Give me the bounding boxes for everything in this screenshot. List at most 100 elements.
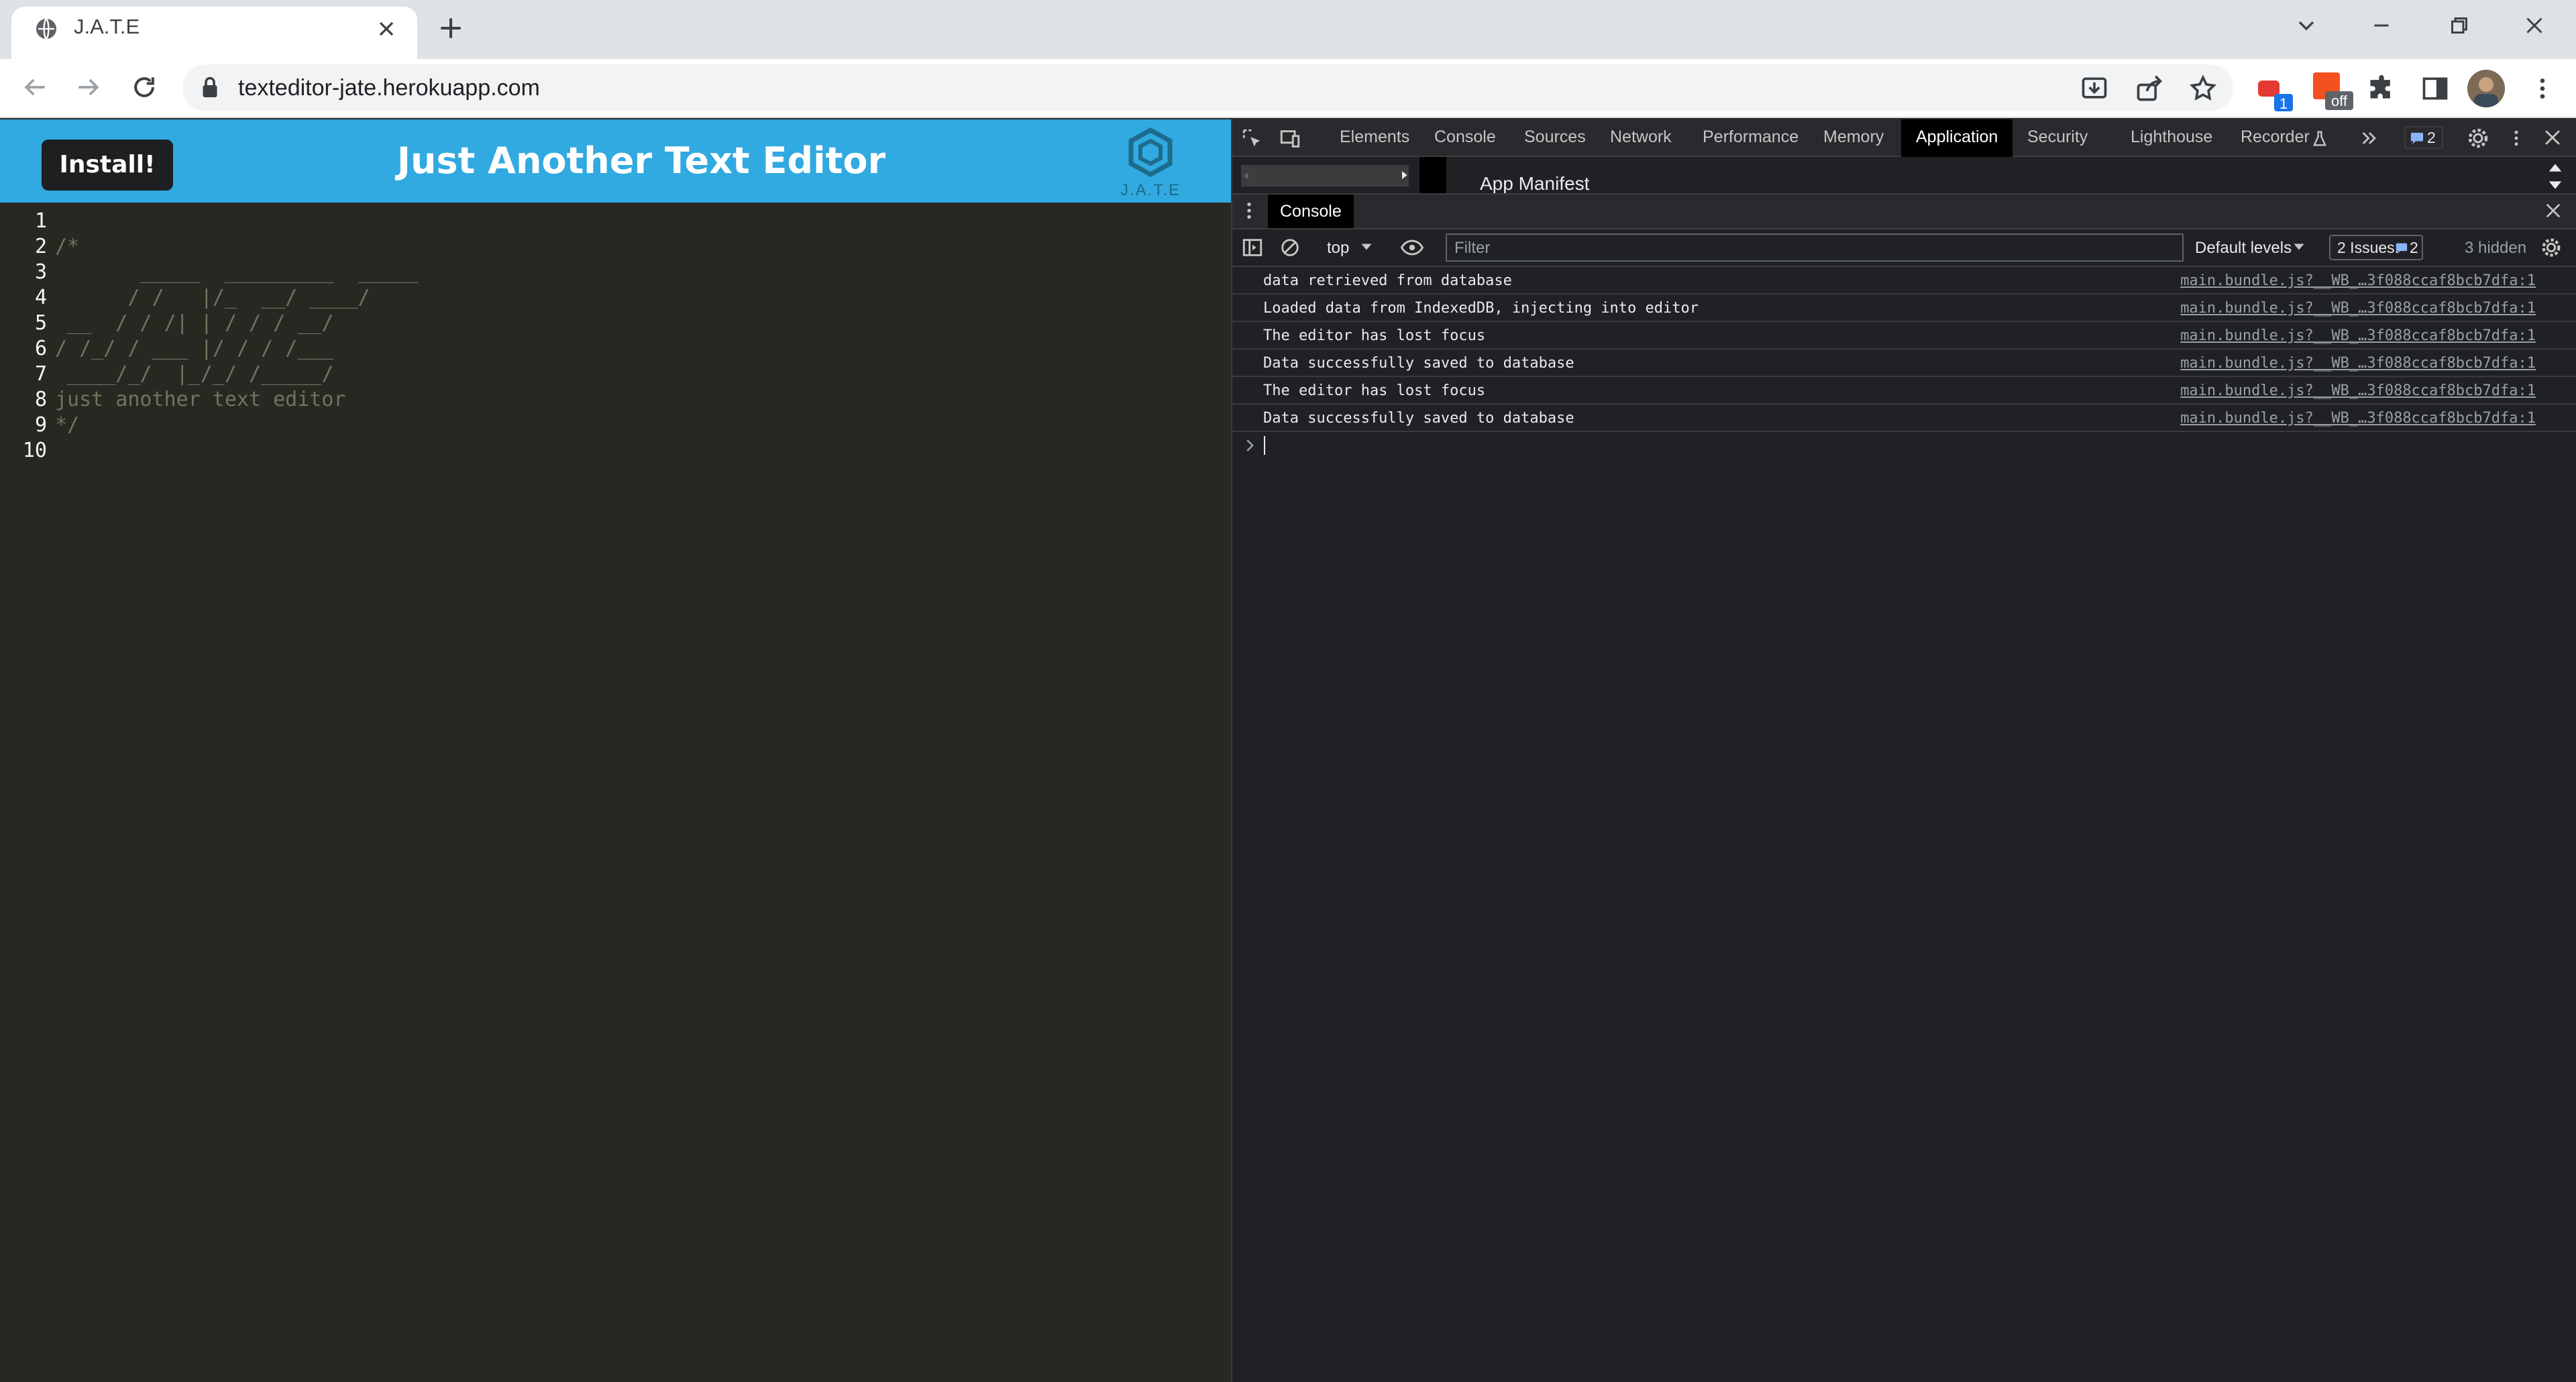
sidebar-scrollbar[interactable] xyxy=(1241,165,1409,187)
issues-label: 2 Issues: xyxy=(2337,239,2400,256)
code-editor[interactable]: 1 2 3 4 5 6 7 8 9 10 /* _____ _________ … xyxy=(0,203,1231,1382)
console-message-text: Data successfully saved to database xyxy=(1263,410,1574,427)
bookmark-star-icon[interactable] xyxy=(2188,74,2218,103)
extension-off-icon[interactable]: off xyxy=(2312,70,2355,113)
issues-count: 2 xyxy=(2427,129,2436,146)
close-devtools-icon[interactable] xyxy=(2541,126,2564,149)
forward-arrow-icon[interactable] xyxy=(74,72,103,102)
context-dropdown-icon[interactable] xyxy=(1360,242,1373,252)
code-line[interactable]: */ xyxy=(55,413,79,437)
tab-security[interactable]: Security xyxy=(2027,127,2088,147)
line-number: 6 xyxy=(34,337,47,360)
extension-badge-off: off xyxy=(2331,93,2348,109)
tab-performance[interactable]: Performance xyxy=(1703,127,1799,147)
filter-placeholder: Filter xyxy=(1454,239,1491,257)
code-line[interactable]: ____/_/ |_/_/ /_____/ xyxy=(55,362,333,386)
share-icon[interactable] xyxy=(2135,74,2164,103)
console-message: The editor has lost focus main.bundle.js… xyxy=(1232,377,2576,405)
profile-avatar[interactable] xyxy=(2467,70,2505,107)
code-line[interactable]: just another text editor xyxy=(55,388,345,411)
side-panel-icon[interactable] xyxy=(2420,74,2450,103)
clear-console-icon[interactable] xyxy=(1279,236,1301,259)
tab-memory[interactable]: Memory xyxy=(1823,127,1884,147)
minimize-icon[interactable] xyxy=(2369,13,2394,38)
scroll-right-arrow-icon[interactable] xyxy=(1398,169,1410,181)
code-line[interactable]: / /_/ / ___ |/ / / /___ xyxy=(55,337,333,360)
context-selector[interactable]: top xyxy=(1327,239,1349,258)
hidden-messages-count: 3 hidden xyxy=(2465,239,2527,257)
console-source-link[interactable]: main.bundle.js?__WB_…3f088ccaf8bcb7dfa:1 xyxy=(2180,272,2536,289)
url-text[interactable]: texteditor-jate.herokuapp.com xyxy=(238,75,540,101)
sidebar-splitter[interactable] xyxy=(1419,157,1446,193)
tab-network[interactable]: Network xyxy=(1610,127,1672,147)
issues-counter-button[interactable]: 2 xyxy=(2404,126,2443,149)
console-source-link[interactable]: main.bundle.js?__WB_…3f088ccaf8bcb7dfa:1 xyxy=(2180,300,2536,317)
live-expression-eye-icon[interactable] xyxy=(1399,236,1425,259)
drawer-menu-icon[interactable] xyxy=(1242,200,1256,221)
console-settings-gear-icon[interactable] xyxy=(2540,236,2563,259)
line-number: 1 xyxy=(34,209,47,233)
tab-lighthouse[interactable]: Lighthouse xyxy=(2131,127,2212,147)
panel-scroll-arrows-icon[interactable] xyxy=(2546,160,2564,193)
console-message: data retrieved from database main.bundle… xyxy=(1232,267,2576,295)
line-number: 8 xyxy=(34,388,47,411)
more-tabs-chevron-icon[interactable] xyxy=(2359,127,2380,149)
console-source-link[interactable]: main.bundle.js?__WB_…3f088ccaf8bcb7dfa:1 xyxy=(2180,382,2536,399)
levels-dropdown-icon[interactable] xyxy=(2293,242,2305,252)
console-source-link[interactable]: main.bundle.js?__WB_…3f088ccaf8bcb7dfa:1 xyxy=(2180,355,2536,372)
log-levels-dropdown[interactable]: Default levels xyxy=(2195,239,2292,258)
line-number: 3 xyxy=(34,260,47,284)
console-source-link[interactable]: main.bundle.js?__WB_…3f088ccaf8bcb7dfa:1 xyxy=(2180,327,2536,344)
extension-badge: 1 xyxy=(2279,95,2288,112)
code-line[interactable]: __ / / /| | / / / __/ xyxy=(55,311,333,335)
close-drawer-icon[interactable] xyxy=(2542,200,2564,221)
extension-icon[interactable]: 1 xyxy=(2255,72,2296,113)
devtools-menu-icon[interactable] xyxy=(2506,126,2526,150)
console-input[interactable] xyxy=(1264,436,1265,455)
tab-recorder[interactable]: Recorder xyxy=(2241,127,2310,147)
jate-logo-icon xyxy=(1114,126,1187,187)
console-message: The editor has lost focus main.bundle.js… xyxy=(1232,322,2576,350)
window-close-icon[interactable] xyxy=(2522,13,2546,38)
close-tab-icon[interactable] xyxy=(374,17,398,41)
code-line[interactable]: /* xyxy=(55,235,79,258)
console-message-text: The editor has lost focus xyxy=(1263,327,1486,344)
install-app-icon[interactable] xyxy=(2080,74,2109,103)
line-number: 5 xyxy=(34,311,47,335)
extensions-puzzle-icon[interactable] xyxy=(2367,74,2396,103)
line-number: 7 xyxy=(34,362,47,386)
console-source-link[interactable]: main.bundle.js?__WB_…3f088ccaf8bcb7dfa:1 xyxy=(2180,410,2536,427)
app-title: Just Another Text Editor xyxy=(396,140,886,182)
logo-text: J.A.T.E xyxy=(1120,181,1181,199)
tab-sources[interactable]: Sources xyxy=(1524,127,1586,147)
restore-icon[interactable] xyxy=(2447,13,2471,38)
drawer-tab-bar xyxy=(1232,193,2576,229)
browser-tab[interactable] xyxy=(11,7,417,59)
scroll-left-arrow-icon[interactable] xyxy=(1241,170,1252,181)
tab-application[interactable]: Application xyxy=(1901,119,2012,157)
inspect-element-icon[interactable] xyxy=(1241,127,1264,150)
lock-icon[interactable] xyxy=(200,75,220,99)
console-message-text: Data successfully saved to database xyxy=(1263,355,1574,372)
console-issues-button[interactable]: 2 Issues: 2 xyxy=(2329,235,2423,260)
console-sidebar-icon[interactable] xyxy=(1241,236,1264,259)
code-line[interactable]: _____ _________ _____ xyxy=(55,260,418,284)
console-filter-input[interactable] xyxy=(1446,233,2184,262)
tab-elements[interactable]: Elements xyxy=(1340,127,1409,147)
panel-heading: App Manifest xyxy=(1480,173,1590,194)
console-message: Data successfully saved to database main… xyxy=(1232,405,2576,432)
back-arrow-icon[interactable] xyxy=(20,72,50,102)
browser-menu-icon[interactable] xyxy=(2529,74,2556,103)
line-number: 9 xyxy=(34,413,47,437)
new-tab-button[interactable] xyxy=(436,13,466,43)
reload-icon[interactable] xyxy=(129,72,159,102)
tab-title: J.A.T.E xyxy=(74,15,140,38)
device-toolbar-icon[interactable] xyxy=(1279,127,1301,150)
settings-gear-icon[interactable] xyxy=(2466,126,2490,150)
code-line[interactable]: / / |/_ __/ ____/ xyxy=(55,286,370,309)
tab-console[interactable]: Console xyxy=(1434,127,1496,147)
console-message-text: The editor has lost focus xyxy=(1263,382,1486,399)
drawer-tab-console[interactable]: Console xyxy=(1268,195,1354,228)
console-message-text: Loaded data from IndexedDB, injecting in… xyxy=(1263,300,1699,317)
tab-search-chevron-icon[interactable] xyxy=(2293,12,2320,39)
